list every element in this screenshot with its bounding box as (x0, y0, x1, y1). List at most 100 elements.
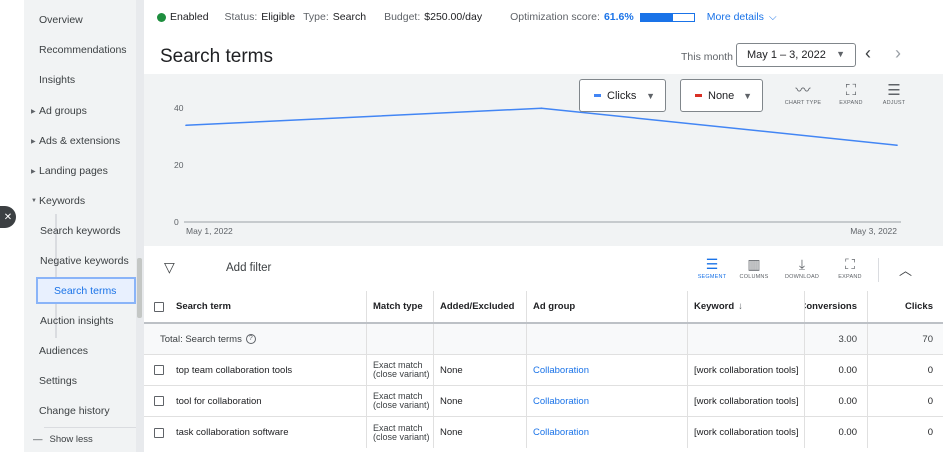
campaign-status-bar: Enabled Status: Eligible Type: Search Bu… (144, 0, 943, 34)
chart-adjust-button[interactable]: ☰ ADJUST (869, 82, 919, 106)
clicks-cell: 0 (927, 395, 933, 407)
filter-icon[interactable]: ▽ (164, 259, 175, 276)
sidebar-item-ads-extensions[interactable]: ▶ Ads & extensions (24, 128, 136, 154)
header-added-excluded[interactable]: Added/Excluded (434, 291, 527, 322)
sidebar-item-negative-keywords[interactable]: Negative keywords (24, 248, 136, 274)
status-label: Status: (224, 11, 258, 23)
total-row: Total: Search terms ? 3.00 70 (144, 324, 943, 355)
page-title: Search terms (160, 46, 273, 67)
next-period-icon[interactable]: › (895, 43, 901, 64)
expand-arrow-icon: ▶ (31, 108, 36, 115)
sidebar-item-label: Overview (39, 14, 83, 26)
sidebar-item-keywords[interactable]: ▼ Keywords (24, 188, 136, 214)
enabled-label[interactable]: Enabled (170, 11, 209, 23)
status-value: Eligible (261, 11, 296, 23)
sidebar-item-label: Change history (39, 405, 110, 417)
download-button[interactable]: ⤓ DOWNLOAD (779, 254, 825, 280)
metric-2-label: None (708, 89, 735, 102)
add-filter-button[interactable]: Add filter (226, 262, 271, 274)
metric-selector-1[interactable]: Clicks ▼ (579, 79, 666, 112)
sidebar-item-auction-insights[interactable]: Auction insights (24, 308, 136, 334)
match-type-cell: Exact match (close variant) (367, 355, 434, 385)
row-checkbox[interactable] (154, 365, 164, 375)
data-point (540, 107, 543, 110)
header-label: Keyword (694, 301, 735, 312)
chart-type-button[interactable]: 〰 CHART TYPE (778, 82, 828, 106)
table-expand-button[interactable]: ⛶ EXPAND (827, 254, 873, 280)
conversions-cell: 0.00 (805, 417, 868, 448)
sidebar-item-audiences[interactable]: Audiences (24, 338, 136, 364)
sidebar-item-search-keywords[interactable]: Search keywords (24, 218, 136, 244)
budget-label: Budget: (384, 11, 421, 23)
ad-group-link[interactable]: Collaboration (527, 386, 688, 416)
sidebar-item-overview[interactable]: Overview (24, 7, 136, 33)
sidebar-item-insights[interactable]: Insights (24, 67, 136, 93)
search-term-text: tool for collaboration (176, 395, 262, 407)
expand-label: EXPAND (838, 274, 862, 280)
sidebar-item-label: Landing pages (39, 165, 108, 177)
performance-chart: 0 20 40 May 1, 2022 May 3, 2022 Clicks ▼ Non… (144, 74, 943, 246)
header-match-type[interactable]: Match type (367, 291, 434, 322)
optimization-score-label: Optimization score: (510, 11, 600, 23)
table-row: tool for collaboration Exact match (clos… (144, 386, 943, 417)
show-less-button[interactable]: — Show less (24, 434, 136, 452)
header-label: Clicks (905, 301, 933, 312)
conversions-cell: 0.00 (805, 386, 868, 416)
sidebar-item-ad-groups[interactable]: ▶ Ad groups (24, 98, 136, 124)
header-label: Conversions (805, 301, 857, 312)
select-all-checkbox[interactable] (154, 301, 164, 312)
optimization-score-fill (640, 13, 674, 21)
header-keyword[interactable]: Keyword ↓ (688, 291, 805, 322)
sidebar-item-landing-pages[interactable]: ▶ Landing pages (24, 158, 136, 184)
sidebar-item-change-history[interactable]: Change history (24, 398, 136, 424)
table-cell (527, 324, 688, 354)
search-term-cell: top team collaboration tools (144, 355, 367, 385)
sidebar-item-label: Ads & extensions (39, 135, 121, 147)
row-checkbox[interactable] (154, 427, 164, 438)
header-clicks[interactable]: Clicks (868, 291, 943, 322)
segment-button[interactable]: ☰ SEGMENT (689, 254, 735, 280)
total-clicks: 70 (922, 333, 933, 345)
type-value: Search (332, 11, 367, 23)
optimization-score-value[interactable]: 61.6% (604, 11, 634, 23)
page-header: Search terms This month May 1 – 3, 2022 … (144, 38, 943, 74)
header-search-term[interactable]: Search term (144, 291, 367, 322)
table-cell (434, 324, 527, 354)
previous-period-icon[interactable]: ‹ (865, 43, 871, 64)
sidebar-item-settings[interactable]: Settings (24, 368, 136, 394)
help-icon[interactable]: ? (245, 334, 256, 344)
header-conversions[interactable]: Conversions (805, 291, 868, 322)
ad-group-link[interactable]: Collaboration (527, 355, 688, 385)
total-label: Total: Search terms (160, 333, 242, 345)
collapse-sidebar-icon[interactable]: ✕ (0, 206, 16, 228)
sidebar-item-recommendations[interactable]: Recommendations (24, 37, 136, 63)
total-conversions: 3.00 (805, 324, 868, 354)
keyword-cell: [work collaboration tools] (688, 417, 805, 448)
header-label: Search term (176, 301, 231, 312)
chart-type-label: CHART TYPE (784, 100, 822, 106)
toolbar-divider (878, 258, 879, 282)
x-tick-label: May 1, 2022 (186, 226, 233, 236)
metric-selector-2[interactable]: None ▼ (680, 79, 763, 112)
sidebar-item-label: Search keywords (40, 225, 121, 237)
chevron-up-icon[interactable]: ︿ (899, 260, 912, 279)
series-line-clicks (185, 107, 898, 146)
scrollbar-thumb[interactable] (137, 258, 142, 318)
download-icon: ⤓ (798, 256, 806, 272)
more-details-link[interactable]: More details (707, 11, 764, 23)
minus-icon: — (33, 434, 43, 445)
sidebar-item-label: Insights (39, 74, 76, 86)
date-range-selector[interactable]: May 1 – 3, 2022 ▼ (736, 43, 856, 67)
sidebar-scrollbar[interactable] (136, 0, 144, 452)
ad-group-link[interactable]: Collaboration (527, 417, 688, 448)
header-ad-group[interactable]: Ad group (527, 291, 688, 322)
show-less-label: Show less (49, 434, 93, 445)
sidebar-item-search-terms[interactable]: Search terms (36, 277, 136, 304)
columns-button[interactable]: ▥ COLUMNS (731, 254, 777, 280)
budget-value[interactable]: $250.00/day (424, 11, 482, 23)
table-row: task collaboration software Exact match … (144, 417, 943, 448)
sidebar-item-label: Ad groups (39, 105, 87, 117)
row-checkbox[interactable] (154, 396, 164, 406)
chevron-down-icon[interactable]: ⌵ (769, 12, 777, 23)
columns-label: COLUMNS (739, 274, 769, 280)
